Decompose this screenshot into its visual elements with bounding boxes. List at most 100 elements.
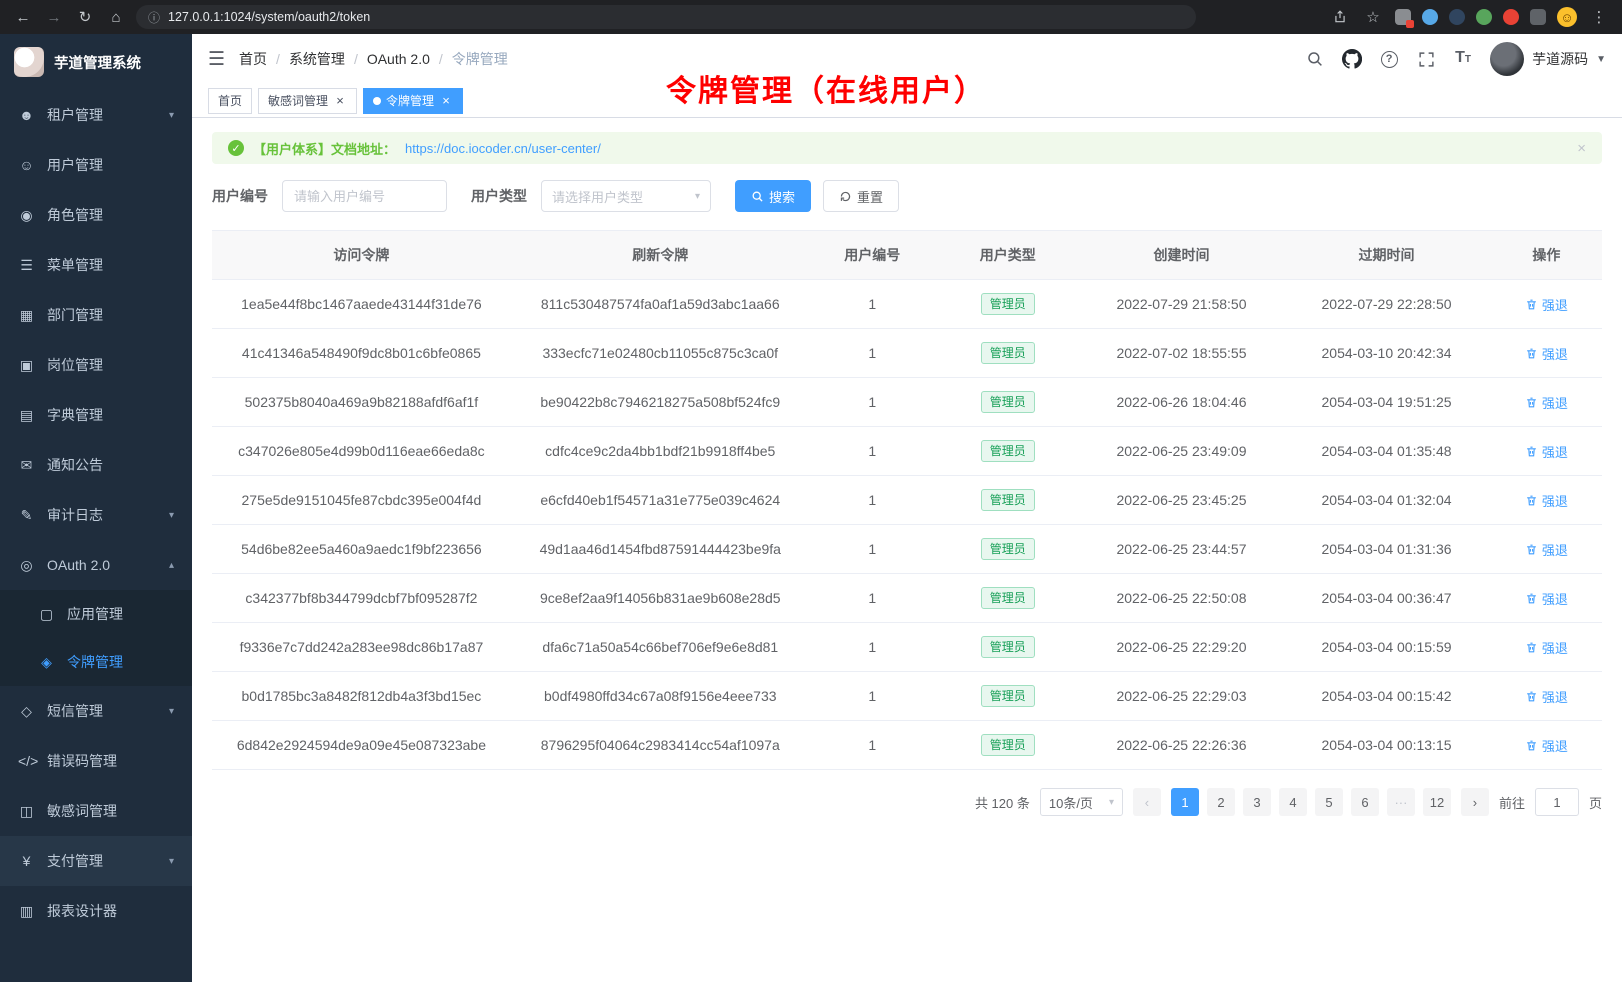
page-button[interactable]: 6 (1351, 788, 1379, 816)
page-button[interactable]: 4 (1279, 788, 1307, 816)
extension-icon-5[interactable] (1503, 9, 1519, 25)
page-button[interactable]: 3 (1243, 788, 1271, 816)
page-button[interactable]: 1 (1171, 788, 1199, 816)
prev-page-button[interactable]: ‹ (1133, 788, 1161, 816)
page-button[interactable]: 5 (1315, 788, 1343, 816)
table-row: b0d1785bc3a8482f812db4a3f3bd15ec b0df498… (212, 672, 1602, 721)
force-logout-button[interactable]: 强退 (1525, 638, 1568, 657)
user-menu[interactable]: 芋道源码 ▼ (1490, 42, 1606, 76)
sidebar-item[interactable]: ▦ 部门管理 (0, 290, 192, 340)
sidebar-item-label: 应用管理 (67, 604, 123, 624)
goto-page-input[interactable] (1535, 788, 1579, 816)
sidebar-toggle-icon[interactable]: ☰ (208, 48, 225, 71)
page-size-select[interactable]: 10条/页 ▾ (1040, 788, 1123, 816)
goto-label: 前往 (1499, 793, 1525, 812)
view-tab[interactable]: 首页 × (208, 88, 252, 114)
page-button[interactable]: 12 (1423, 788, 1451, 816)
site-info-icon[interactable]: ⓘ (148, 9, 160, 26)
refresh-token-cell: 49d1aa46d1454fbd87591444423be9fa (511, 525, 810, 573)
sidebar-item[interactable]: ◫ 敏感词管理 (0, 786, 192, 836)
tab-close-icon[interactable]: × (439, 94, 453, 108)
reset-button[interactable]: 重置 (823, 180, 899, 212)
user-id-input[interactable] (282, 180, 447, 212)
expire-time-cell: 2054-03-04 01:35:48 (1282, 427, 1491, 475)
help-icon[interactable]: ? (1379, 49, 1399, 69)
table-row: f9336e7c7dd242a283ee98dc86b17a87 dfa6c71… (212, 623, 1602, 672)
sidebar-item[interactable]: ¥ 支付管理 ▾ (0, 836, 192, 886)
created-time-cell: 2022-07-02 18:55:55 (1081, 329, 1283, 377)
table-row: 275e5de9151045fe87cbdc395e004f4d e6cfd40… (212, 476, 1602, 525)
page-button[interactable]: 2 (1207, 788, 1235, 816)
sidebar-item[interactable]: </> 错误码管理 (0, 736, 192, 786)
force-logout-button[interactable]: 强退 (1525, 540, 1568, 559)
back-button[interactable]: ← (12, 6, 34, 28)
extension-icon-1[interactable] (1395, 9, 1411, 25)
user-type-select[interactable]: 请选择用户类型 ▾ (541, 180, 711, 212)
force-logout-button[interactable]: 强退 (1525, 344, 1568, 363)
github-icon[interactable] (1342, 49, 1362, 69)
breadcrumb-home[interactable]: 首页 (239, 49, 267, 69)
access-token-cell: 502375b8040a469a9b82188afdf6af1f (212, 378, 511, 426)
extension-icon-2[interactable] (1422, 9, 1438, 25)
breadcrumb-oauth[interactable]: OAuth 2.0 (367, 51, 430, 67)
view-tab[interactable]: 敏感词管理 × (258, 88, 357, 114)
reload-button[interactable]: ↻ (74, 6, 96, 28)
sidebar-item[interactable]: ◈ 令牌管理 (0, 638, 192, 686)
browser-menu-icon[interactable]: ⋮ (1588, 6, 1610, 28)
font-size-icon[interactable]: TT (1453, 49, 1473, 69)
sidebar-item[interactable]: ☰ 菜单管理 (0, 240, 192, 290)
force-logout-label: 强退 (1542, 540, 1568, 559)
extension-icon-3[interactable] (1449, 9, 1465, 25)
refresh-token-cell: 9ce8ef2aa9f14056b831ae9b608e28d5 (511, 574, 810, 622)
sidebar-item[interactable]: ▤ 字典管理 (0, 390, 192, 440)
page-buttons: 1 2 3 4 5 6 ··· 12 (1171, 788, 1451, 816)
sidebar-item[interactable]: ▥ 报表设计器 (0, 886, 192, 936)
sidebar-item[interactable]: ▢ 应用管理 (0, 590, 192, 638)
table-row: 41c41346a548490f9dc8b01c6bfe0865 333ecfc… (212, 329, 1602, 378)
next-page-button[interactable]: › (1461, 788, 1489, 816)
app-logo[interactable]: 芋道管理系统 (0, 34, 192, 90)
sidebar-item-label: 报表设计器 (47, 901, 117, 921)
home-button[interactable]: ⌂ (105, 6, 127, 28)
extension-icon-4[interactable] (1476, 9, 1492, 25)
column-header-actions: 操作 (1491, 231, 1602, 279)
page-button[interactable]: ··· (1387, 788, 1415, 816)
url-text[interactable]: 127.0.0.1:1024/system/oauth2/token (168, 10, 370, 24)
sidebar-item-label: 租户管理 (47, 105, 103, 125)
force-logout-button[interactable]: 强退 (1525, 393, 1568, 412)
sidebar-item-icon: ◇ (18, 703, 35, 720)
force-logout-button[interactable]: 强退 (1525, 589, 1568, 608)
force-logout-button[interactable]: 强退 (1525, 491, 1568, 510)
force-logout-button[interactable]: 强退 (1525, 687, 1568, 706)
alert-close-icon[interactable]: × (1577, 140, 1586, 157)
tab-close-icon[interactable]: × (333, 94, 347, 108)
sidebar-item[interactable]: ▣ 岗位管理 (0, 340, 192, 390)
doc-link[interactable]: https://doc.iocoder.cn/user-center/ (405, 141, 601, 156)
search-icon[interactable] (1305, 49, 1325, 69)
sidebar-item[interactable]: ✉ 通知公告 (0, 440, 192, 490)
force-logout-button[interactable]: 强退 (1525, 295, 1568, 314)
sidebar-item[interactable]: ☻ 租户管理 ▾ (0, 90, 192, 140)
sidebar-item[interactable]: ☺ 用户管理 (0, 140, 192, 190)
refresh-token-cell: e6cfd40eb1f54571a31e775e039c4624 (511, 476, 810, 524)
address-bar[interactable]: ⓘ 127.0.0.1:1024/system/oauth2/token (136, 5, 1196, 29)
fullscreen-icon[interactable] (1416, 49, 1436, 69)
sidebar-item[interactable]: ✎ 审计日志 ▾ (0, 490, 192, 540)
share-icon[interactable] (1329, 6, 1351, 28)
extension-icon-6[interactable] (1530, 9, 1546, 25)
bookmark-star-icon[interactable]: ☆ (1362, 6, 1384, 28)
refresh-token-cell: 811c530487574fa0af1a59d3abc1aa66 (511, 280, 810, 328)
sidebar-item[interactable]: ◎ OAuth 2.0 ▴ (0, 540, 192, 590)
view-tab[interactable]: 令牌管理 × (363, 88, 463, 114)
force-logout-button[interactable]: 强退 (1525, 736, 1568, 755)
breadcrumb-system[interactable]: 系统管理 (289, 49, 345, 69)
search-button[interactable]: 搜索 (735, 180, 811, 212)
refresh-token-cell: cdfc4ce9c2da4bb1bdf21b9918ff4be5 (511, 427, 810, 475)
sidebar-item[interactable]: ◇ 短信管理 ▾ (0, 686, 192, 736)
browser-profile-avatar[interactable]: ☺ (1557, 7, 1577, 27)
forward-button[interactable]: → (43, 6, 65, 28)
force-logout-button[interactable]: 强退 (1525, 442, 1568, 461)
sidebar-item-label: 用户管理 (47, 155, 103, 175)
sidebar-item[interactable]: ◉ 角色管理 (0, 190, 192, 240)
column-header-expires: 过期时间 (1282, 231, 1491, 279)
